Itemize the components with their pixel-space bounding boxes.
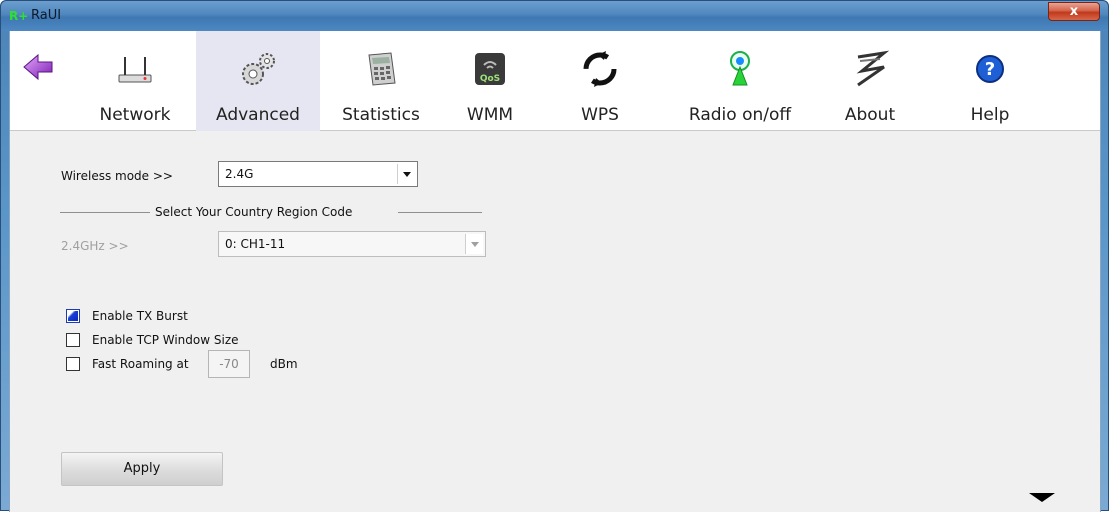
tab-wps-label: WPS	[581, 105, 619, 125]
tab-network-label: Network	[99, 105, 171, 125]
band-label: 2.4GHz >>	[61, 239, 129, 253]
section-divider-right	[398, 212, 482, 213]
wireless-mode-label: Wireless mode >>	[61, 169, 173, 183]
scroll-down-icon[interactable]	[1029, 493, 1055, 502]
svg-text:?: ?	[985, 59, 995, 80]
title-bar[interactable]: R+ RaUI x	[1, 1, 1108, 31]
qos-icon: QoS	[470, 49, 510, 89]
back-arrow-icon[interactable]	[22, 51, 54, 83]
country-region-select[interactable]: 0: CH1-11	[218, 231, 486, 257]
radio-antenna-icon	[720, 49, 760, 89]
tab-advanced[interactable]: Advanced	[196, 31, 320, 131]
calculator-icon	[361, 49, 401, 89]
router-icon	[115, 49, 155, 89]
tab-help[interactable]: ? Help	[940, 31, 1040, 131]
tab-statistics-label: Statistics	[342, 105, 420, 125]
tab-statistics[interactable]: Statistics	[326, 31, 436, 131]
tab-advanced-label: Advanced	[216, 105, 300, 125]
tab-wmm-label: WMM	[466, 105, 514, 125]
fast-roaming-checkbox[interactable]	[66, 357, 80, 371]
tab-radio-onoff[interactable]: Radio on/off	[670, 31, 810, 131]
app-window: R+ RaUI x Network Advanced Statistics Qo…	[0, 0, 1109, 512]
fast-roaming-threshold-input[interactable]: -70	[208, 350, 250, 378]
fast-roaming-label: Fast Roaming at	[92, 357, 189, 371]
country-region-value: 0: CH1-11	[225, 237, 286, 251]
tab-radio-onoff-label: Radio on/off	[688, 105, 792, 125]
tx-burst-label: Enable TX Burst	[92, 309, 188, 323]
tab-wps[interactable]: WPS	[550, 31, 650, 131]
app-logo-icon: R+	[9, 9, 29, 23]
tab-network[interactable]: Network	[80, 31, 190, 131]
tab-about-label: About	[844, 105, 896, 125]
region-section-title: Select Your Country Region Code	[155, 205, 353, 219]
svg-text:QoS: QoS	[480, 74, 500, 84]
wireless-mode-value: 2.4G	[225, 167, 254, 181]
wireless-mode-select[interactable]: 2.4G	[218, 161, 418, 187]
tcp-window-checkbox[interactable]	[66, 333, 80, 347]
chevron-down-icon[interactable]	[397, 164, 415, 184]
window-title: RaUI	[31, 8, 62, 23]
tx-burst-checkbox[interactable]	[66, 309, 80, 323]
tab-about[interactable]: About	[820, 31, 920, 131]
tab-help-label: Help	[970, 105, 1010, 125]
gears-icon	[238, 49, 278, 89]
about-logo-icon	[850, 49, 890, 89]
section-divider-left	[60, 212, 150, 213]
chevron-down-icon[interactable]	[465, 234, 483, 254]
close-button[interactable]: x	[1048, 2, 1100, 21]
tab-wmm[interactable]: QoS WMM	[440, 31, 540, 131]
main-content: Network Advanced Statistics QoS WMM WPS …	[9, 31, 1101, 512]
tcp-window-label: Enable TCP Window Size	[92, 333, 239, 347]
wps-icon	[580, 49, 620, 89]
dbm-unit-label: dBm	[270, 357, 298, 371]
apply-button[interactable]: Apply	[61, 452, 223, 486]
toolbar: Network Advanced Statistics QoS WMM WPS …	[10, 31, 1100, 131]
help-icon: ?	[970, 49, 1010, 89]
